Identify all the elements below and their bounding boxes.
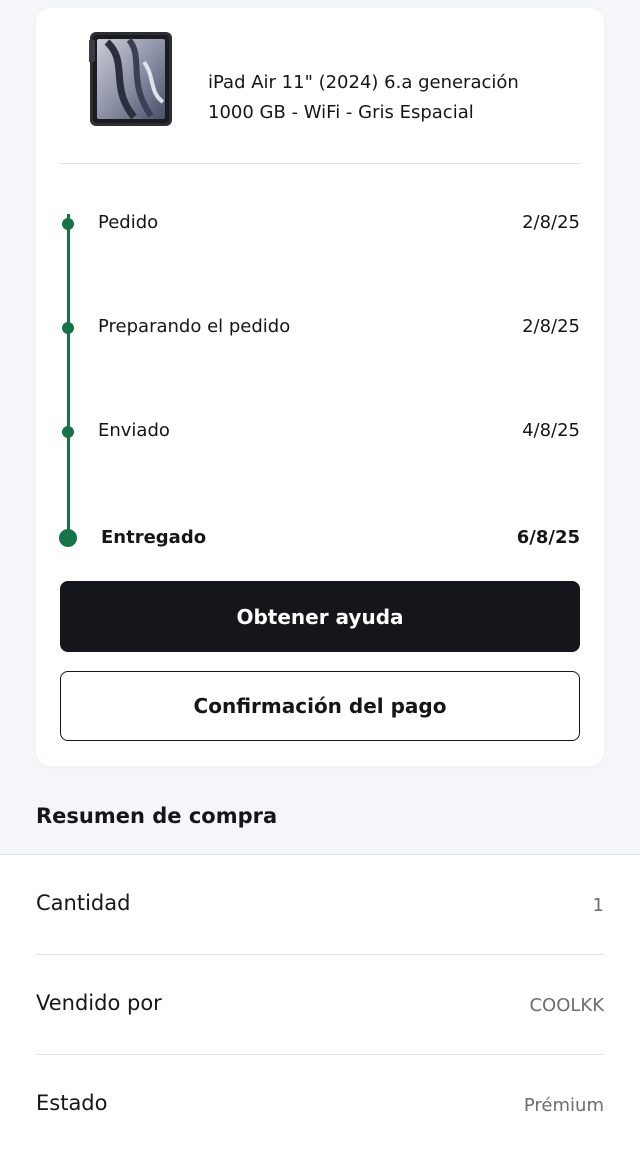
timeline-step-pedido: Pedido 2/8/25 xyxy=(36,208,604,238)
summary-row-condition: Estado Prémium xyxy=(36,1055,604,1150)
order-timeline: Pedido 2/8/25 Preparando el pedido 2/8/2… xyxy=(36,168,604,568)
summary-row-seller: Vendido por COOLKK xyxy=(36,955,604,1055)
payment-confirmation-button[interactable]: Confirmación del pago xyxy=(60,671,580,741)
row-value: COOLKK xyxy=(529,995,604,1016)
step-date: 6/8/25 xyxy=(516,527,580,548)
row-value: 1 xyxy=(592,895,604,916)
step-label: Enviado xyxy=(98,420,170,441)
timeline-step-entregado: Entregado 6/8/25 xyxy=(36,523,604,553)
timeline-step-enviado: Enviado 4/8/25 xyxy=(36,416,604,446)
row-label: Estado xyxy=(36,1091,108,1115)
summary-row-quantity: Cantidad 1 xyxy=(36,855,604,955)
step-date: 2/8/25 xyxy=(522,316,580,337)
timeline-dot xyxy=(62,426,74,438)
ipad-image-icon xyxy=(89,32,172,126)
order-card: iPad Air 11" (2024) 6.a generación 1000 … xyxy=(36,8,604,766)
get-help-button[interactable]: Obtener ayuda xyxy=(60,581,580,652)
purchase-summary: Cantidad 1 Vendido por COOLKK Estado Pré… xyxy=(0,854,640,1150)
divider xyxy=(60,163,580,164)
row-value: Prémium xyxy=(523,1095,604,1116)
timeline-line xyxy=(67,214,70,530)
step-label: Entregado xyxy=(101,527,207,548)
step-label: Pedido xyxy=(98,212,159,233)
step-date: 2/8/25 xyxy=(522,212,580,233)
product-name: iPad Air 11" (2024) 6.a generación 1000 … xyxy=(208,68,588,128)
step-date: 4/8/25 xyxy=(522,420,580,441)
row-label: Vendido por xyxy=(36,991,162,1015)
timeline-dot-current xyxy=(59,529,77,547)
product-header[interactable]: iPad Air 11" (2024) 6.a generación 1000 … xyxy=(36,8,604,163)
row-label: Cantidad xyxy=(36,891,131,915)
summary-title: Resumen de compra xyxy=(36,804,278,828)
product-name-line2: 1000 GB - WiFi - Gris Espacial xyxy=(208,102,474,123)
step-label: Preparando el pedido xyxy=(98,316,291,337)
timeline-dot xyxy=(62,218,74,230)
product-name-line1: iPad Air 11" (2024) 6.a generación xyxy=(208,72,519,93)
product-thumbnail xyxy=(89,32,173,126)
timeline-dot xyxy=(62,322,74,334)
timeline-step-preparando: Preparando el pedido 2/8/25 xyxy=(36,312,604,342)
